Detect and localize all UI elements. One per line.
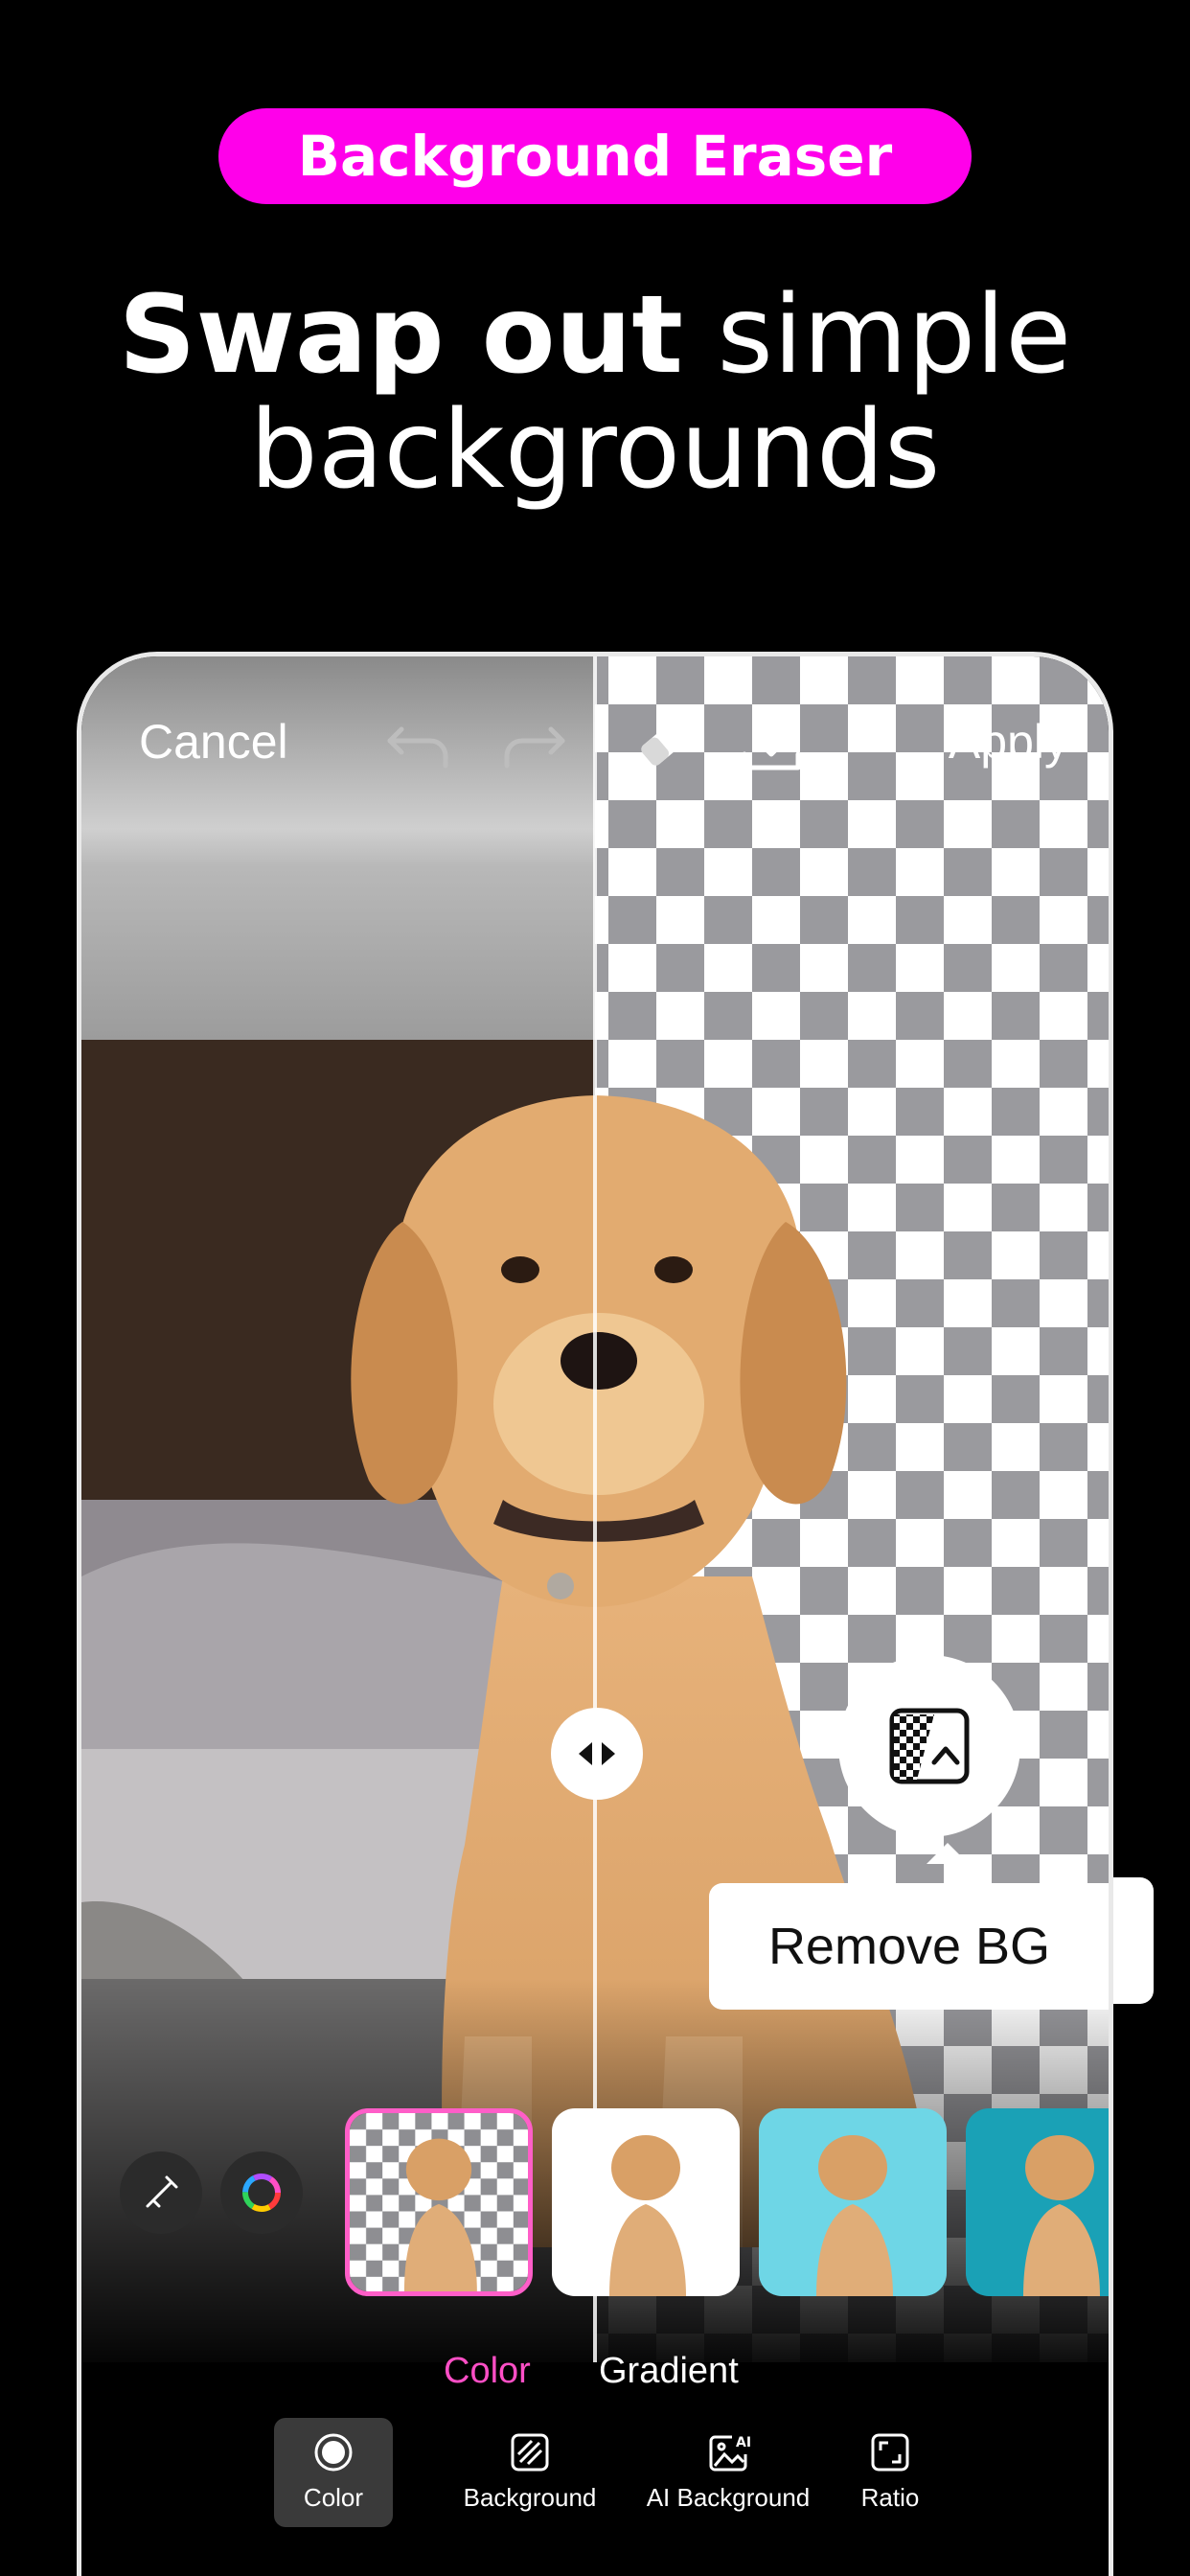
cancel-button[interactable]: Cancel <box>139 714 288 770</box>
thumbnail-cyan[interactable] <box>759 2108 947 2296</box>
headline-line-1: Swap out simple <box>0 278 1190 393</box>
nav-item-background[interactable]: Background <box>434 2418 626 2527</box>
eyedropper-button[interactable] <box>120 2151 202 2234</box>
svg-text:AI: AI <box>736 2435 751 2450</box>
color-wheel-icon <box>242 2174 281 2212</box>
color-mode-tabs: Color Gradient <box>81 2351 1109 2418</box>
remove-bg-pointer <box>927 1843 969 1864</box>
ai-background-icon: AI <box>705 2429 751 2475</box>
nav-item-ratio[interactable]: Ratio <box>833 2418 948 2527</box>
tab-color[interactable]: Color <box>444 2351 531 2392</box>
nav-item-label: Color <box>303 2483 364 2512</box>
tab-gradient[interactable]: Gradient <box>599 2351 739 2392</box>
feature-badge: Background Eraser <box>218 108 972 204</box>
photo-comparison-canvas[interactable] <box>81 656 1109 2362</box>
editor-topbar: Cancel Apply <box>81 656 1109 829</box>
undo-icon[interactable] <box>380 704 457 781</box>
thumbnail-teal[interactable] <box>966 2108 1109 2296</box>
color-wheel-button[interactable] <box>220 2151 303 2234</box>
headline: Swap out simple backgrounds <box>0 278 1190 508</box>
nav-item-label: Ratio <box>860 2483 920 2512</box>
background-pattern-icon <box>507 2429 553 2475</box>
headline-bold-text: Swap out <box>118 273 683 398</box>
remove-bg-icon <box>889 1708 970 1784</box>
nav-item-ai-background[interactable]: AI AI Background <box>625 2418 832 2527</box>
nav-item-label: AI Background <box>646 2483 811 2512</box>
bottom-toolbar: Color Background AI AI Background Ratio <box>81 2418 1109 2542</box>
remove-bg-label-overflow <box>1113 1877 1154 2004</box>
nav-item-color[interactable]: Color <box>274 2418 393 2527</box>
apply-button[interactable]: Apply <box>949 714 1068 770</box>
comparison-slider-handle[interactable] <box>551 1708 643 1800</box>
remove-bg-label: Remove BG <box>709 1883 1109 2010</box>
left-right-arrows-icon <box>579 1742 615 1765</box>
thumbnail-white[interactable] <box>552 2108 740 2296</box>
headline-line-2: backgrounds <box>249 388 941 513</box>
download-icon[interactable] <box>733 704 810 781</box>
headline-regular-text: simple <box>717 273 1072 398</box>
background-thumbnails <box>345 2108 1109 2300</box>
phone-mockup: Cancel Apply Remove BG Color Gradient Co… <box>77 652 1113 2576</box>
eyedropper-icon <box>146 2175 178 2208</box>
remove-bg-button[interactable] <box>838 1655 1020 1837</box>
color-circle-icon <box>310 2429 356 2475</box>
redo-icon[interactable] <box>495 704 572 781</box>
ratio-icon <box>867 2429 913 2475</box>
nav-item-label: Background <box>463 2483 597 2512</box>
eraser-icon[interactable] <box>626 704 702 781</box>
thumbnail-transparent[interactable] <box>345 2108 533 2296</box>
